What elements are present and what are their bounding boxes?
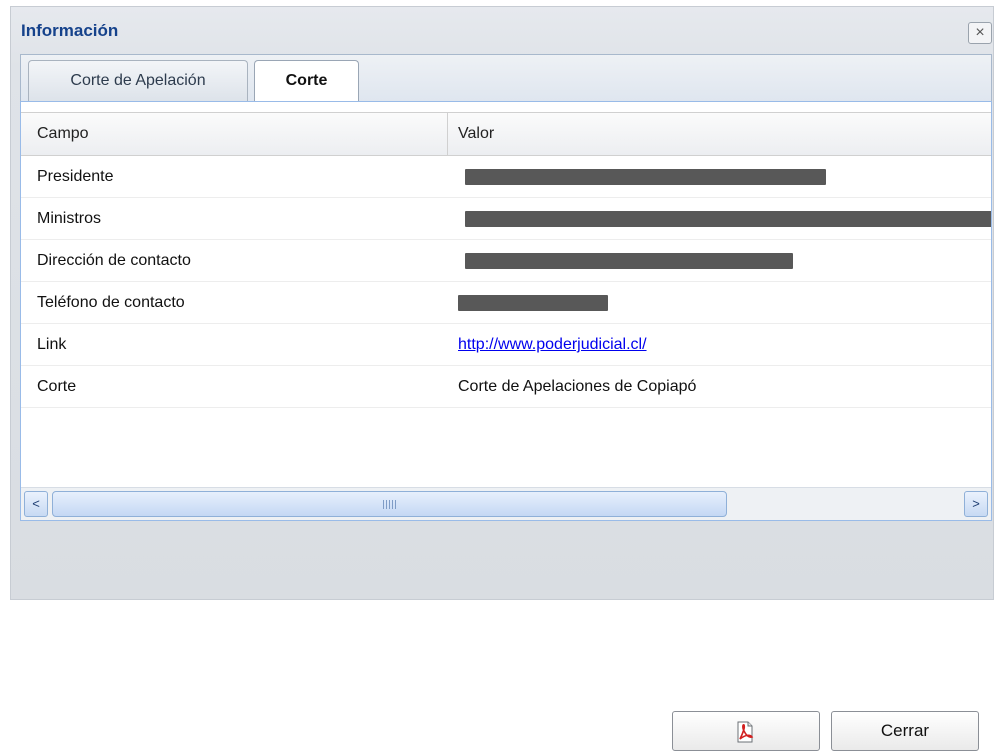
table-row[interactable]: Ministros [21, 198, 991, 240]
table-row[interactable]: Teléfono de contacto [21, 282, 991, 324]
field-value [458, 156, 991, 197]
scroll-right-icon[interactable]: > [964, 491, 988, 517]
field-label: Ministros [37, 210, 102, 227]
redacted-value [458, 294, 608, 311]
field-value [458, 198, 991, 239]
dialog-title: Información [21, 21, 119, 40]
scroll-thumb[interactable] [52, 491, 727, 517]
scroll-left-icon[interactable]: < [24, 491, 48, 517]
field-label: Teléfono de contacto [37, 294, 185, 311]
field-label: Corte [37, 378, 77, 395]
redacted-value [465, 252, 793, 269]
table-row[interactable]: Presidente [21, 156, 991, 198]
redacted-value [465, 210, 991, 227]
table-row[interactable]: Corte Corte de Apelaciones de Copiapó [21, 366, 991, 408]
table-row[interactable]: Dirección de contacto [21, 240, 991, 282]
tab-corte-de-apelacion[interactable]: Corte de Apelación [28, 60, 248, 101]
redacted-value [465, 168, 826, 185]
close-button[interactable]: Cerrar [831, 711, 979, 751]
tab-corte[interactable]: Corte [254, 60, 359, 102]
info-grid: Campo Valor Presidente Ministros Direcci… [20, 101, 992, 521]
field-value [458, 282, 991, 323]
court-link[interactable]: http://www.poderjudicial.cl/ [458, 336, 647, 353]
field-value: Corte de Apelaciones de Copiapó [458, 378, 697, 395]
field-label: Presidente [37, 168, 114, 185]
pdf-icon [737, 721, 754, 743]
grip-icon [383, 500, 397, 509]
field-label: Dirección de contacto [37, 252, 191, 269]
column-header-campo[interactable]: Campo [21, 113, 447, 155]
close-icon[interactable]: × [968, 22, 992, 44]
field-label: Link [37, 336, 67, 353]
horizontal-scrollbar[interactable]: < > [21, 487, 991, 520]
table-row[interactable]: Link http://www.poderjudicial.cl/ [21, 324, 991, 366]
grid-header: Campo Valor [21, 112, 991, 156]
field-value: http://www.poderjudicial.cl/ [458, 324, 991, 365]
field-value [458, 240, 991, 281]
column-header-valor[interactable]: Valor [447, 113, 991, 155]
export-pdf-button[interactable] [672, 711, 820, 751]
